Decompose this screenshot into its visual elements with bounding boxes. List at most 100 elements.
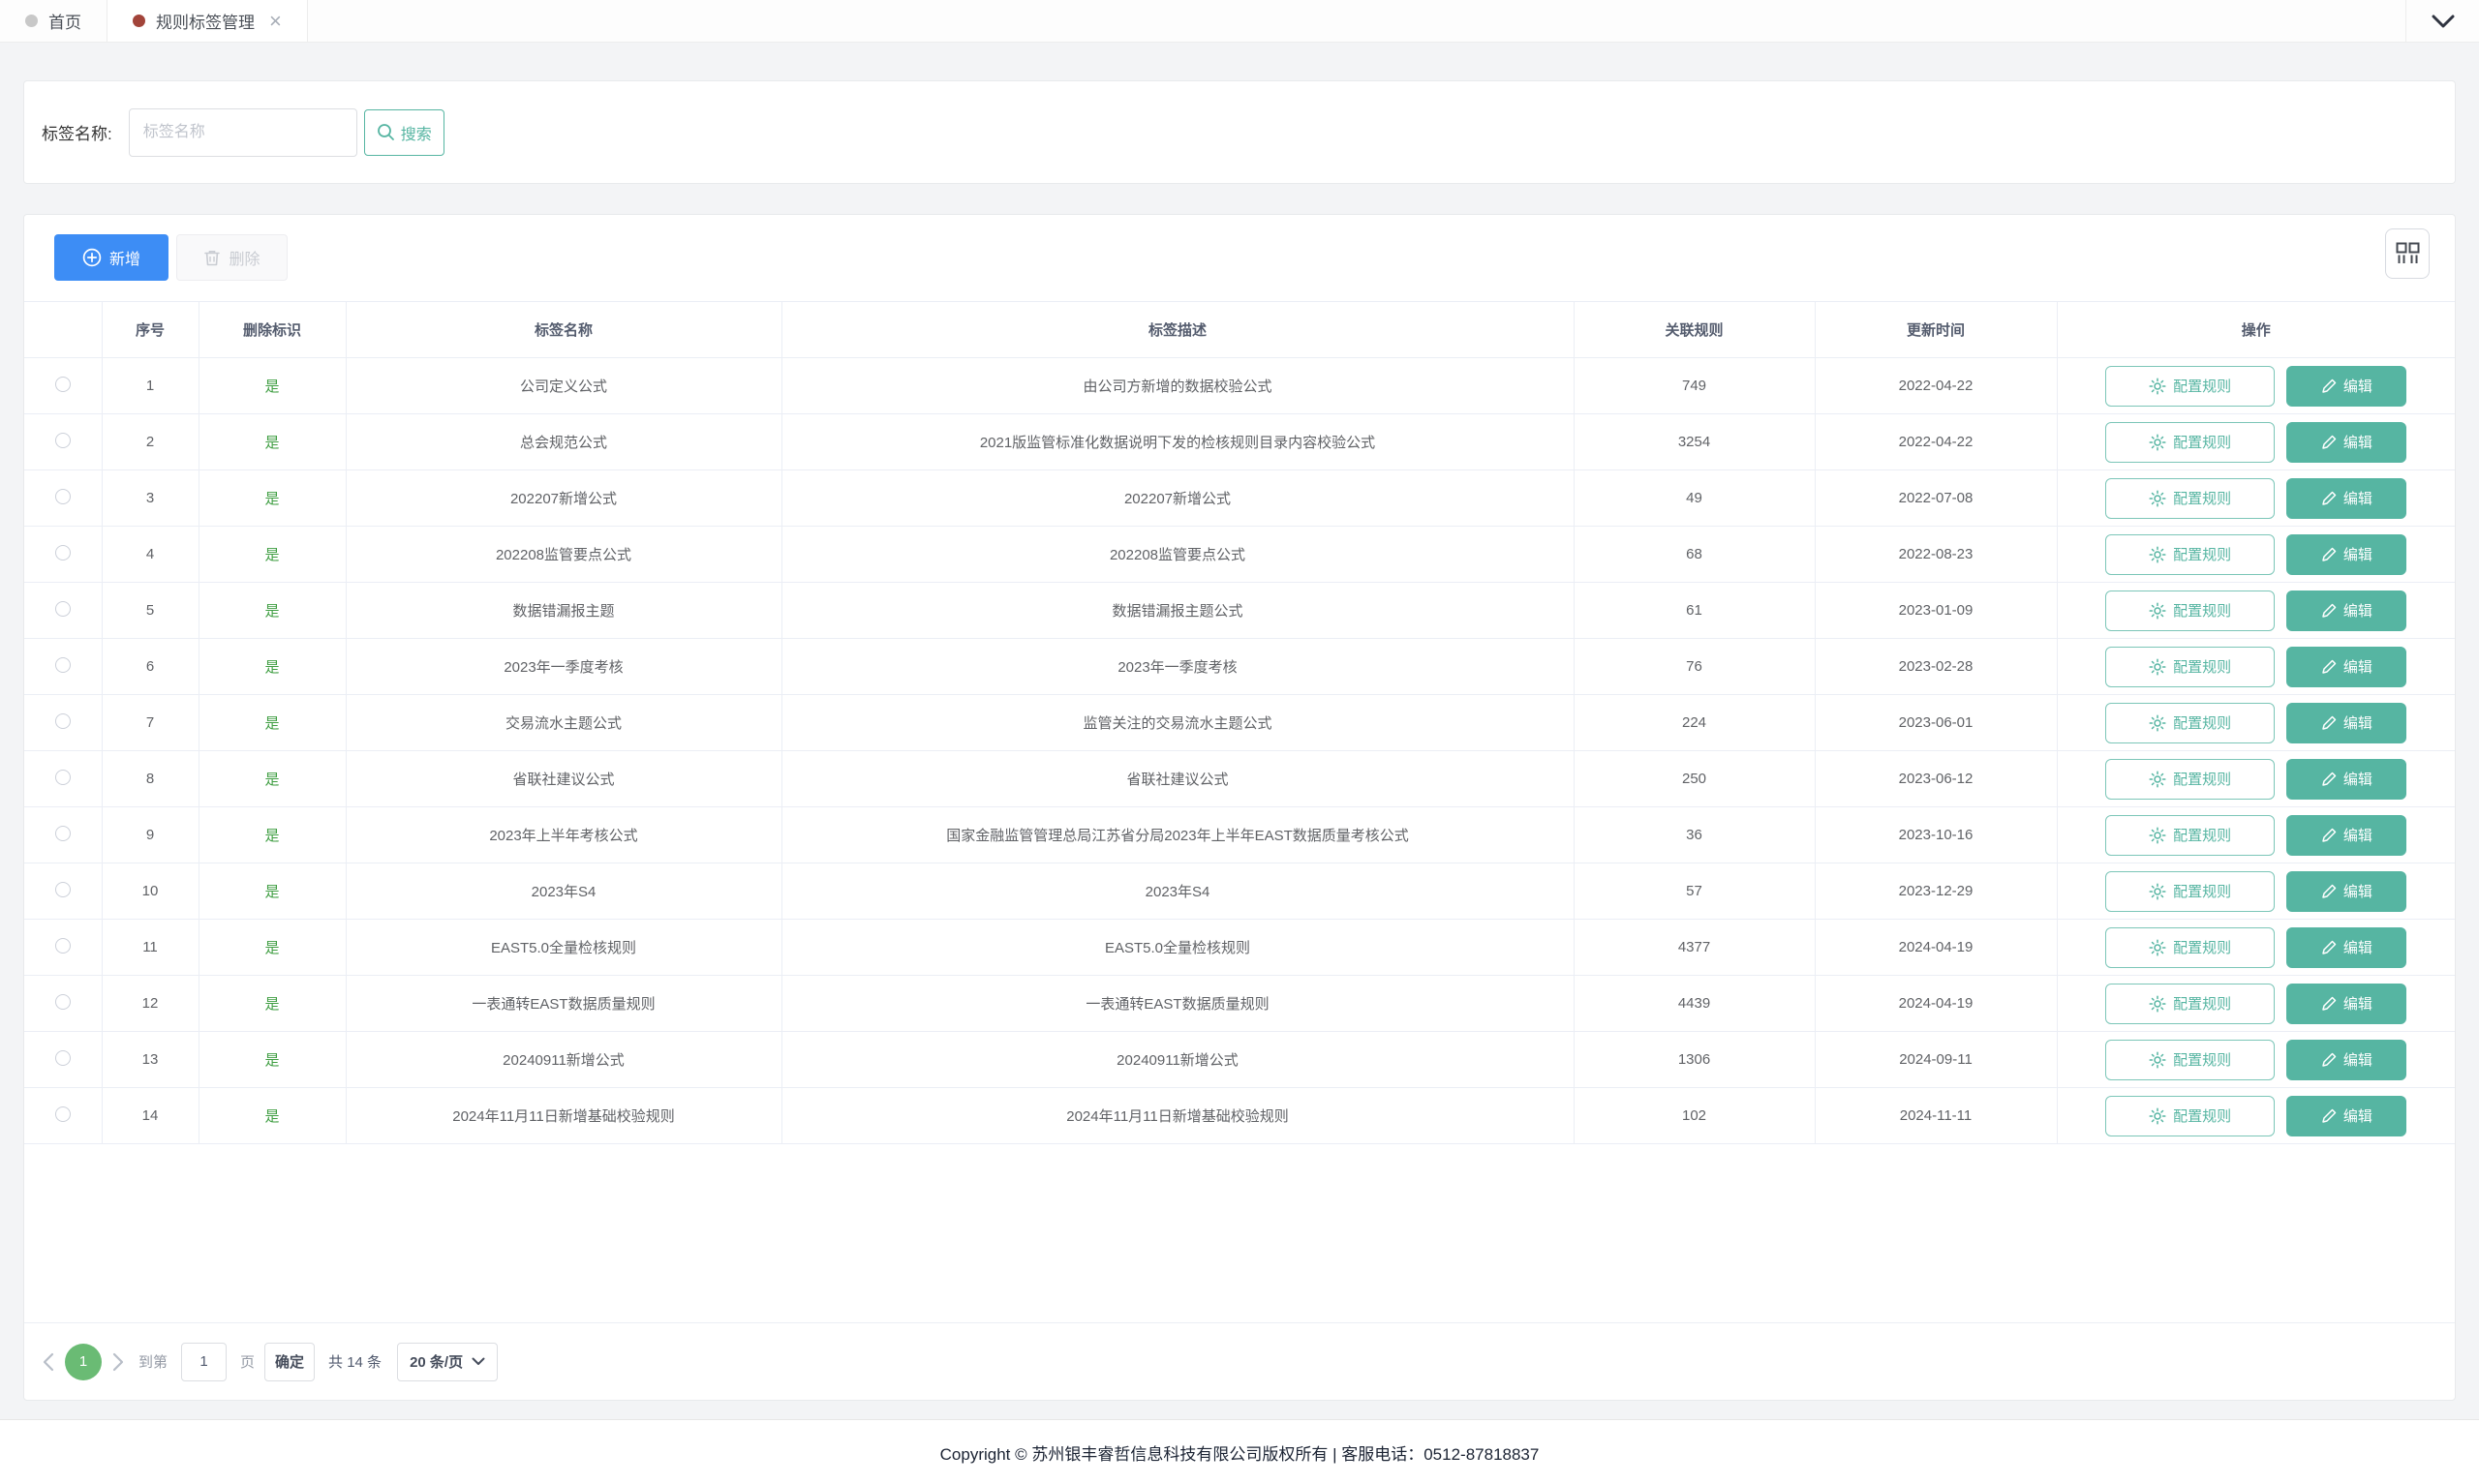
row-radio[interactable] bbox=[55, 601, 71, 617]
row-radio[interactable] bbox=[55, 882, 71, 897]
delete-button-label: 删除 bbox=[229, 246, 260, 269]
column-settings-button[interactable] bbox=[2385, 228, 2430, 279]
config-rules-button[interactable]: 配置规则 bbox=[2105, 703, 2275, 743]
edit-button[interactable]: 编辑 bbox=[2286, 591, 2406, 631]
page-number-1[interactable]: 1 bbox=[65, 1344, 102, 1380]
chevron-right-icon bbox=[112, 1352, 124, 1372]
config-rules-button[interactable]: 配置规则 bbox=[2105, 1096, 2275, 1136]
delete-button[interactable]: 删除 bbox=[176, 234, 288, 281]
config-rules-button[interactable]: 配置规则 bbox=[2105, 759, 2275, 800]
config-rules-button[interactable]: 配置规则 bbox=[2105, 927, 2275, 968]
cell-tag-name: 2023年上半年考核公式 bbox=[346, 807, 781, 863]
gear-icon bbox=[2149, 490, 2166, 507]
table-row: 14 是 2024年11月11日新增基础校验规则 2024年11月11日新增基础… bbox=[24, 1088, 2455, 1144]
gear-icon bbox=[2149, 546, 2166, 563]
gear-icon bbox=[2149, 1051, 2166, 1069]
row-radio[interactable] bbox=[55, 770, 71, 785]
plus-circle-icon bbox=[82, 248, 102, 267]
cell-tag-name: 总会规范公式 bbox=[346, 414, 781, 470]
config-rules-button[interactable]: 配置规则 bbox=[2105, 591, 2275, 631]
config-rules-button[interactable]: 配置规则 bbox=[2105, 534, 2275, 575]
row-radio[interactable] bbox=[55, 938, 71, 954]
goto-confirm-button[interactable]: 确定 bbox=[264, 1343, 315, 1381]
row-radio[interactable] bbox=[55, 377, 71, 392]
close-icon[interactable]: × bbox=[269, 11, 282, 32]
cell-delete-flag: 是 bbox=[199, 527, 346, 583]
edit-button[interactable]: 编辑 bbox=[2286, 703, 2406, 743]
search-button[interactable]: 搜索 bbox=[364, 109, 444, 156]
page-size-select[interactable]: 20 条/页 bbox=[397, 1343, 498, 1381]
edit-button-label: 编辑 bbox=[2343, 600, 2372, 621]
row-radio[interactable] bbox=[55, 826, 71, 841]
cell-tag-name: 交易流水主题公式 bbox=[346, 695, 781, 751]
pencil-icon bbox=[2321, 1052, 2337, 1068]
cell-updated: 2023-02-28 bbox=[1815, 639, 2057, 695]
tag-name-input[interactable] bbox=[129, 108, 357, 157]
edit-button[interactable]: 编辑 bbox=[2286, 366, 2406, 407]
header-updated: 更新时间 bbox=[1815, 302, 2057, 358]
edit-button[interactable]: 编辑 bbox=[2286, 422, 2406, 463]
edit-button[interactable]: 编辑 bbox=[2286, 478, 2406, 519]
cell-updated: 2022-08-23 bbox=[1815, 527, 2057, 583]
cell-delete-flag: 是 bbox=[199, 863, 346, 920]
gear-icon bbox=[2149, 995, 2166, 1013]
edit-button[interactable]: 编辑 bbox=[2286, 1040, 2406, 1080]
edit-button[interactable]: 编辑 bbox=[2286, 1096, 2406, 1136]
cell-delete-flag: 是 bbox=[199, 1088, 346, 1144]
cell-tag-name: 一表通转EAST数据质量规则 bbox=[346, 976, 781, 1032]
cell-updated: 2023-12-29 bbox=[1815, 863, 2057, 920]
edit-button[interactable]: 编辑 bbox=[2286, 647, 2406, 687]
edit-button-label: 编辑 bbox=[2343, 376, 2372, 396]
tab-rule-tag-management[interactable]: 规则标签管理 × bbox=[107, 0, 308, 42]
row-radio[interactable] bbox=[55, 713, 71, 729]
page-size-value: 20 条/页 bbox=[410, 1351, 463, 1372]
edit-button[interactable]: 编辑 bbox=[2286, 759, 2406, 800]
row-radio[interactable] bbox=[55, 1050, 71, 1066]
row-radio[interactable] bbox=[55, 489, 71, 504]
row-radio[interactable] bbox=[55, 994, 71, 1010]
config-rules-label: 配置规则 bbox=[2173, 769, 2231, 789]
pencil-icon bbox=[2321, 940, 2337, 955]
edit-button-label: 编辑 bbox=[2343, 656, 2372, 677]
config-rules-button[interactable]: 配置规则 bbox=[2105, 422, 2275, 463]
tabs-collapse-button[interactable] bbox=[2405, 0, 2479, 42]
config-rules-button[interactable]: 配置规则 bbox=[2105, 647, 2275, 687]
edit-button-label: 编辑 bbox=[2343, 432, 2372, 452]
row-radio[interactable] bbox=[55, 433, 71, 448]
cell-delete-flag: 是 bbox=[199, 807, 346, 863]
columns-grid-icon bbox=[2395, 241, 2420, 266]
row-radio[interactable] bbox=[55, 1106, 71, 1122]
add-button-label: 新增 bbox=[109, 246, 140, 269]
edit-button[interactable]: 编辑 bbox=[2286, 984, 2406, 1024]
config-rules-button[interactable]: 配置规则 bbox=[2105, 478, 2275, 519]
table-row: 5 是 数据错漏报主题 数据错漏报主题公式 61 2023-01-09 配置规则… bbox=[24, 583, 2455, 639]
cell-tag-name: 2023年一季度考核 bbox=[346, 639, 781, 695]
edit-button[interactable]: 编辑 bbox=[2286, 534, 2406, 575]
header-tag-desc: 标签描述 bbox=[781, 302, 1574, 358]
row-radio[interactable] bbox=[55, 657, 71, 673]
goto-page-input[interactable] bbox=[181, 1343, 227, 1381]
config-rules-button[interactable]: 配置规则 bbox=[2105, 984, 2275, 1024]
cell-tag-name: 公司定义公式 bbox=[346, 358, 781, 414]
add-button[interactable]: 新增 bbox=[54, 234, 168, 281]
config-rules-button[interactable]: 配置规则 bbox=[2105, 366, 2275, 407]
cell-linked-rules: 250 bbox=[1574, 751, 1815, 807]
search-icon bbox=[377, 123, 395, 141]
tab-home[interactable]: 首页 bbox=[0, 0, 107, 42]
chevron-left-icon bbox=[43, 1352, 54, 1372]
config-rules-button[interactable]: 配置规则 bbox=[2105, 871, 2275, 912]
pencil-icon bbox=[2321, 603, 2337, 619]
edit-button[interactable]: 编辑 bbox=[2286, 871, 2406, 912]
row-radio[interactable] bbox=[55, 545, 71, 560]
config-rules-button[interactable]: 配置规则 bbox=[2105, 1040, 2275, 1080]
gear-icon bbox=[2149, 1107, 2166, 1125]
prev-page-button[interactable] bbox=[34, 1352, 63, 1372]
edit-button[interactable]: 编辑 bbox=[2286, 927, 2406, 968]
table-row: 7 是 交易流水主题公式 监管关注的交易流水主题公式 224 2023-06-0… bbox=[24, 695, 2455, 751]
pencil-icon bbox=[2321, 491, 2337, 506]
config-rules-button[interactable]: 配置规则 bbox=[2105, 815, 2275, 856]
next-page-button[interactable] bbox=[104, 1352, 133, 1372]
edit-button[interactable]: 编辑 bbox=[2286, 815, 2406, 856]
config-rules-label: 配置规则 bbox=[2173, 488, 2231, 508]
header-tag-name: 标签名称 bbox=[346, 302, 781, 358]
